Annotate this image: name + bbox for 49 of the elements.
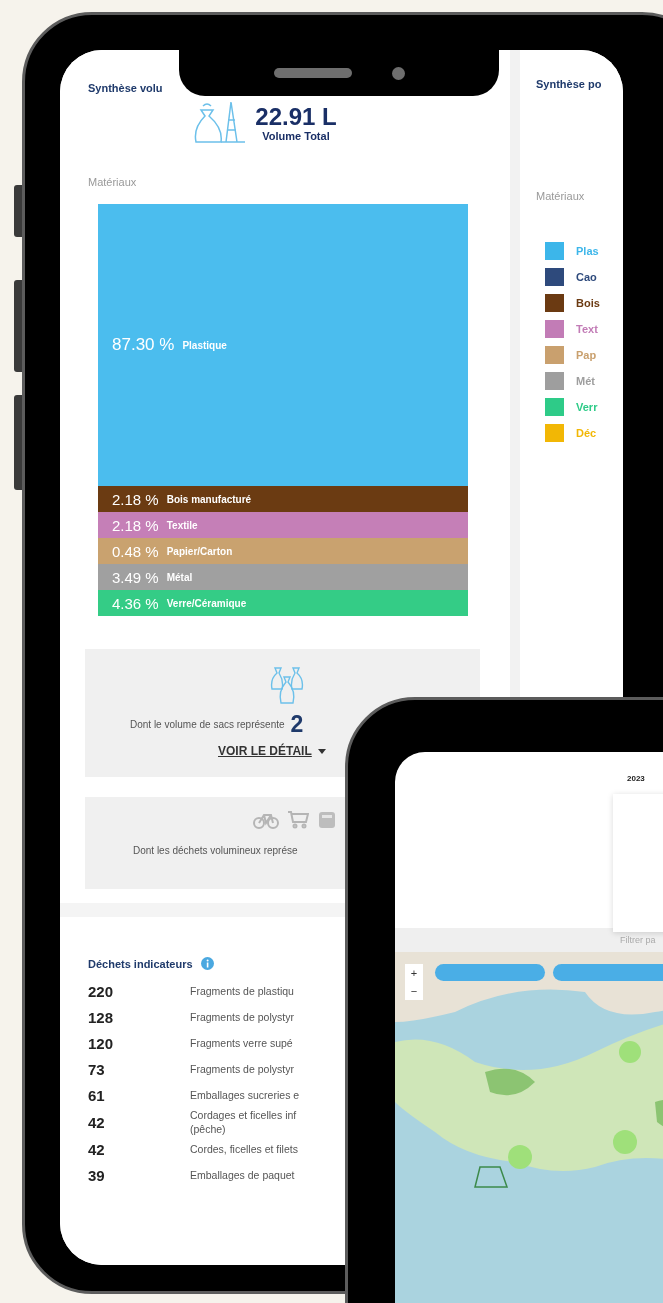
section-label: Matériaux [88, 176, 137, 188]
indicator-count: 220 [88, 982, 115, 1000]
legend-label: Plas [576, 245, 599, 257]
material-percent: 2.18 % [112, 516, 159, 534]
indicator-count: 42 [88, 1140, 106, 1158]
indicator-count: 73 [88, 1060, 106, 1078]
indicator-count: 120 [88, 1034, 115, 1052]
total-volume-label: Volume Total [262, 130, 330, 142]
material-label: Verre/Céramique [166, 597, 247, 609]
indicator-label: Cordes, ficelles et filets [190, 1142, 299, 1156]
material-percent: 0.48 % [112, 542, 159, 560]
indicator-count: 128 [88, 1008, 115, 1026]
indicator-label: Emballages de paquet [190, 1168, 296, 1182]
legend-label: Verr [576, 401, 598, 413]
indicator-count: 42 [88, 1113, 106, 1131]
indicators-title: Déchets indicateurs [88, 957, 193, 970]
indicator-count: 61 [88, 1086, 106, 1104]
indicator-label: Cordages et ficelles inf (pêche) [190, 1108, 298, 1136]
material-percent: 4.36 % [112, 594, 159, 612]
bags-volume-value: 2 [290, 711, 304, 738]
legend-label: Mét [576, 375, 595, 387]
material-label: Bois manufacturé [166, 493, 252, 505]
legend-label: Text [576, 323, 598, 335]
material-percent: 2.18 % [112, 490, 159, 508]
total-volume-value: 22.91 L [255, 104, 337, 130]
bulky-waste-text: Dont les déchets volumineux représe [133, 845, 299, 856]
section-label: Matériaux [536, 190, 586, 202]
panel-title: Synthèse po [536, 78, 603, 90]
material-label: Textile [166, 519, 198, 531]
bags-volume-text: Dont le volume de sacs représente [130, 719, 285, 730]
material-label: Plastique [182, 339, 227, 351]
indicator-label: Fragments de polystyr [190, 1062, 295, 1076]
filter-label: Filtrer pa [620, 935, 656, 946]
legend-label: Bois [576, 297, 600, 309]
panel-title: Synthèse volu [88, 82, 163, 94]
legend-label: Pap [576, 349, 597, 361]
material-label: Papier/Carton [166, 545, 233, 557]
indicator-label: Fragments verre supé [190, 1036, 294, 1050]
legend-label: Déc [576, 427, 597, 439]
indicator-count: 39 [88, 1166, 106, 1184]
legend-label: Cao [576, 271, 597, 283]
indicator-label: Fragments de polystyr [190, 1010, 295, 1024]
year-tab[interactable]: 2023 [627, 774, 645, 783]
material-percent: 3.49 % [112, 568, 159, 586]
material-percent: 87.30 % [112, 335, 175, 355]
material-label: Métal [166, 571, 193, 583]
indicator-label: Fragments de plastiqu [190, 984, 295, 998]
see-detail-link[interactable]: VOIR LE DÉTAIL [218, 744, 312, 758]
indicator-label: Emballages sucreries e [190, 1088, 301, 1102]
